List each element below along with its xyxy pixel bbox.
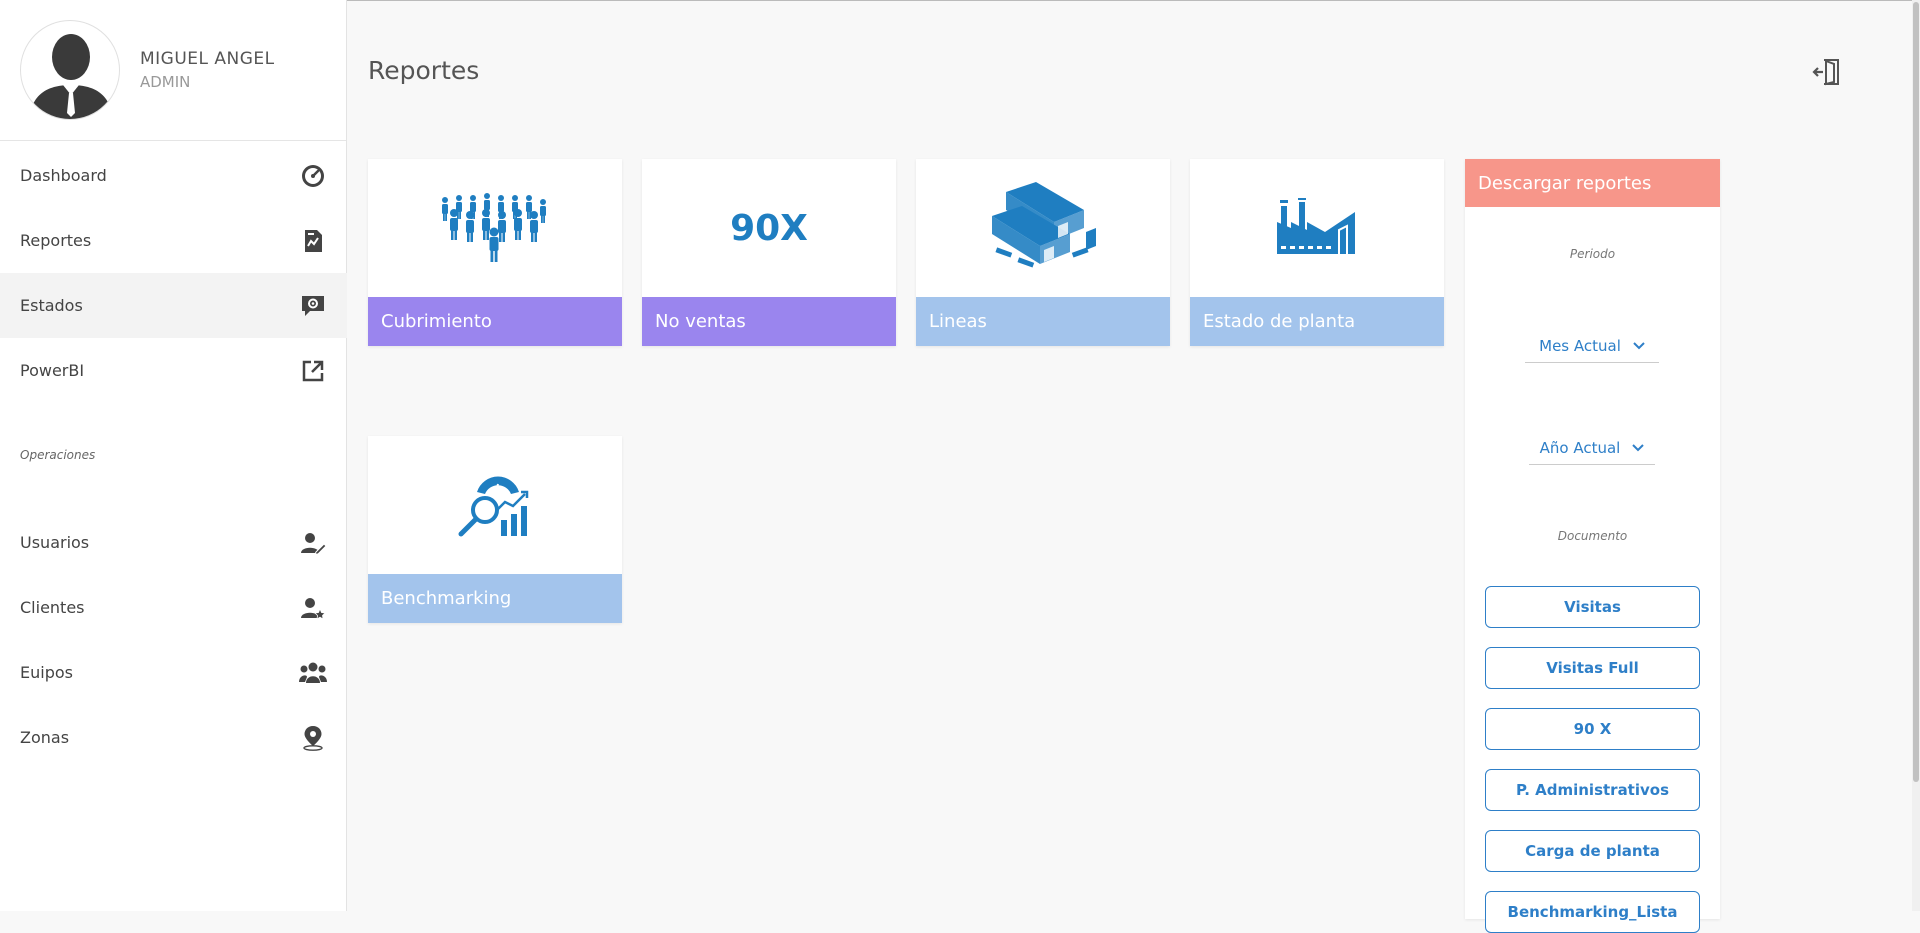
sidebar-item-label: Dashboard [20, 166, 107, 185]
download-90x-button[interactable]: 90 X [1485, 708, 1700, 750]
panel-title: Descargar reportes [1465, 159, 1720, 207]
sidebar-item-euipos[interactable]: Euipos [0, 640, 347, 705]
download-carga-de-planta-button[interactable]: Carga de planta [1485, 830, 1700, 872]
month-select[interactable]: Mes Actual [1525, 329, 1659, 363]
report-icon [299, 227, 327, 255]
sidebar-item-estados[interactable]: Estados [0, 273, 347, 338]
download-visitas-button[interactable]: Visitas [1485, 586, 1700, 628]
sidebar: MIGUEL ANGEL ADMIN Dashboard Reportes Es… [0, 0, 347, 911]
sidebar-item-zonas[interactable]: Zonas [0, 705, 347, 770]
chat-gear-icon [299, 292, 327, 320]
sidebar-item-label: Estados [20, 296, 83, 315]
download-reports-panel: Descargar reportes Periodo Mes Actual Añ… [1465, 159, 1720, 933]
card-label: Cubrimiento [368, 297, 622, 346]
sidebar-item-label: Reportes [20, 231, 92, 250]
team-icon [299, 659, 327, 687]
download-benchmarking-lista-button[interactable]: Benchmarking_Lista [1485, 891, 1700, 933]
crowd-icon [442, 193, 546, 262]
avatar [20, 20, 120, 120]
report-card-lineas[interactable]: Lineas [916, 159, 1170, 346]
user-name: MIGUEL ANGEL [140, 49, 275, 69]
year-select-value: Año Actual [1539, 438, 1621, 457]
user-role: ADMIN [140, 73, 191, 91]
report-card-no-ventas[interactable]: 90X No ventas [642, 159, 896, 346]
sidebar-item-clientes[interactable]: Clientes [0, 575, 347, 640]
factory-icon [1277, 198, 1355, 254]
sidebar-item-label: Usuarios [20, 533, 90, 552]
user-silhouette-icon [29, 34, 113, 119]
analytics-icon [458, 476, 529, 537]
card-label: Benchmarking [368, 574, 622, 623]
sidebar-item-usuarios[interactable]: Usuarios [0, 510, 347, 575]
map-pin-icon [299, 724, 327, 752]
gauge-icon [299, 162, 327, 190]
report-card-cubrimiento[interactable]: Cubrimiento [368, 159, 622, 346]
year-select[interactable]: Año Actual [1529, 431, 1655, 465]
chevron-down-icon [1633, 341, 1645, 349]
sidebar-item-label: Euipos [20, 663, 73, 682]
external-link-icon [299, 357, 327, 385]
download-p-administrativos-button[interactable]: P. Administrativos [1485, 769, 1700, 811]
report-card-benchmarking[interactable]: Benchmarking [368, 436, 622, 623]
logout-icon [1812, 59, 1839, 86]
card-label: Estado de planta [1190, 297, 1444, 346]
card-label: Lineas [916, 297, 1170, 346]
period-label: Periodo [1569, 247, 1616, 261]
90x-text-icon: 90X [730, 207, 808, 249]
chevron-down-icon [1632, 443, 1645, 451]
sidebar-item-powerbi[interactable]: PowerBI [0, 338, 347, 403]
month-select-value: Mes Actual [1539, 336, 1621, 355]
section-label-operaciones: Operaciones [20, 448, 96, 462]
card-label: No ventas [642, 297, 896, 346]
sidebar-item-label: Zonas [20, 728, 70, 747]
scrollbar-thumb[interactable] [1913, 2, 1919, 782]
user-star-icon [299, 594, 327, 622]
report-card-estado-de-planta[interactable]: Estado de planta [1190, 159, 1444, 346]
user-edit-icon [299, 529, 327, 557]
page-title: Reportes [368, 56, 480, 85]
sidebar-item-dashboard[interactable]: Dashboard [0, 143, 347, 208]
document-label: Documento [1557, 529, 1628, 543]
sidebar-item-label: PowerBI [20, 361, 85, 380]
pipes-icon [992, 182, 1096, 268]
sidebar-item-label: Clientes [20, 598, 85, 617]
download-visitas-full-button[interactable]: Visitas Full [1485, 647, 1700, 689]
sidebar-item-reportes[interactable]: Reportes [0, 208, 347, 273]
logout-button[interactable] [1812, 58, 1844, 88]
user-profile: MIGUEL ANGEL ADMIN [0, 0, 346, 141]
